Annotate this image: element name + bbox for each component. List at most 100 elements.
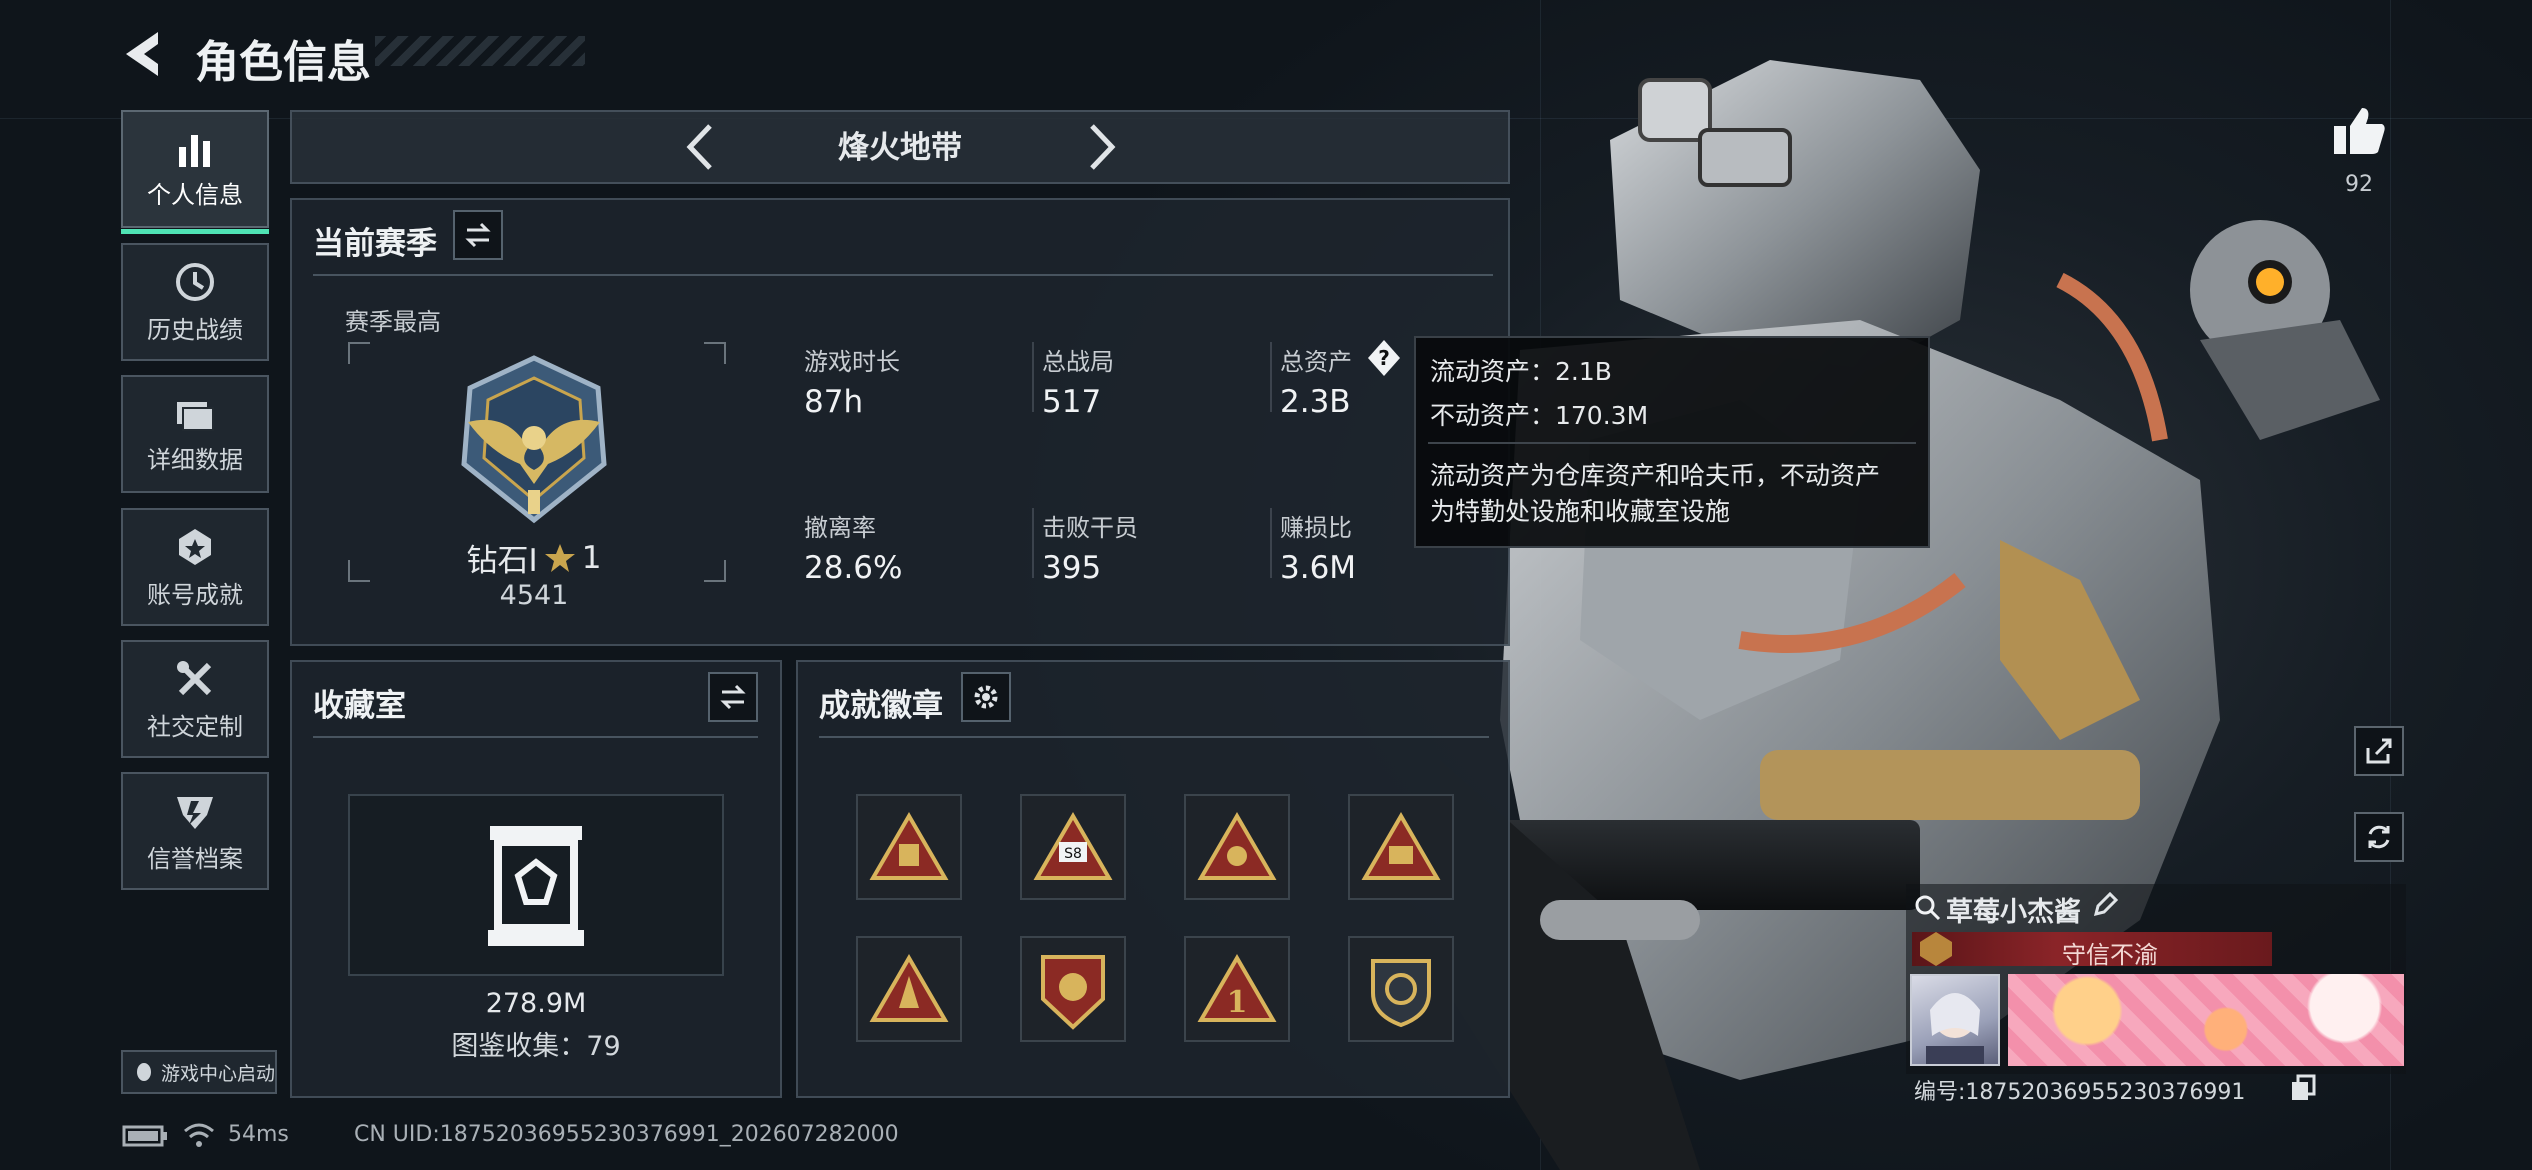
- back-arrow-icon: [126, 32, 158, 76]
- divider: [1032, 508, 1034, 578]
- qq-penguin-icon: [137, 1063, 151, 1081]
- sidebar-item-label: 历史战绩: [147, 315, 243, 344]
- thumbs-up-icon: [2334, 108, 2385, 154]
- rank-emblem-icon: [461, 355, 607, 524]
- divider: [313, 274, 1493, 276]
- assets-tooltip: 流动资产：2.1B 不动资产：170.3M 流动资产为仓库资产和哈夫币，不动资产…: [1414, 336, 1930, 548]
- sidebar-item-label: 账号成就: [147, 580, 243, 609]
- tooltip-desc-1: 流动资产为仓库资产和哈夫币，不动资产: [1430, 461, 1881, 490]
- divider: [819, 736, 1489, 738]
- frame-corner: [704, 342, 726, 364]
- sidebar-item-label: 信誉档案: [147, 844, 243, 873]
- sidebar-item-history[interactable]: 历史战绩: [121, 243, 269, 361]
- sidebar-item-label: 个人信息: [147, 180, 243, 209]
- sidebar-item-label: 社交定制: [147, 712, 243, 741]
- svg-text:?: ?: [1378, 346, 1390, 370]
- avatar[interactable]: [1910, 974, 2000, 1066]
- divider: [1032, 342, 1034, 412]
- star-icon: [544, 543, 575, 572]
- stat-label-matches: 总战局: [1042, 348, 1114, 376]
- ping-value: 54ms: [228, 1122, 289, 1147]
- next-mode-button[interactable]: [1082, 118, 1122, 176]
- prev-mode-button[interactable]: [680, 118, 720, 176]
- display-case-icon: [488, 826, 584, 946]
- svg-text:1: 1: [1227, 985, 1248, 1020]
- divider: [1270, 342, 1272, 412]
- rank-name: 钻石I: [466, 543, 538, 579]
- chevron-right-icon: [1090, 124, 1116, 170]
- title-emblem-icon: [1920, 932, 1952, 966]
- copy-icon: [2292, 1074, 2316, 1100]
- player-title: 守信不渝: [2062, 941, 2158, 969]
- achievement-badge[interactable]: [1348, 936, 1454, 1042]
- back-button[interactable]: [118, 26, 168, 86]
- season-title: 当前赛季: [313, 226, 437, 262]
- badge-4-icon: [1361, 812, 1441, 880]
- page-title: 角色信息: [195, 37, 371, 88]
- rank-line: 钻石I 1: [448, 535, 620, 580]
- achievement-badge[interactable]: [856, 936, 962, 1042]
- divider: [1270, 508, 1272, 578]
- badge-1-icon: [869, 812, 949, 880]
- frame-corner: [704, 560, 726, 582]
- collection-title: 收藏室: [313, 688, 406, 724]
- achievement-badge[interactable]: 1: [1184, 936, 1290, 1042]
- achievement-badge[interactable]: [856, 794, 962, 900]
- stat-value-extract-rate: 28.6%: [804, 550, 903, 586]
- sidebar-item-credit[interactable]: 信誉档案: [121, 772, 269, 890]
- frame-corner: [348, 342, 370, 364]
- season-switch-button[interactable]: [453, 210, 503, 260]
- stat-label-profit-ratio: 赚损比: [1280, 514, 1352, 542]
- badge-7-icon: 1: [1197, 954, 1277, 1022]
- achievement-badge[interactable]: [1020, 936, 1126, 1042]
- tooltip-liquid: 流动资产：2.1B: [1430, 357, 1612, 386]
- sidebar-item-label: 详细数据: [147, 445, 243, 474]
- game-center-button[interactable]: 游戏中心启动: [121, 1050, 277, 1094]
- player-name: 草莓小杰酱: [1946, 897, 2081, 928]
- gender-icon: [1915, 895, 1941, 921]
- collection-switch-button[interactable]: [708, 672, 758, 722]
- sidebar-item-achievements[interactable]: 账号成就: [121, 508, 269, 626]
- collection-catalog: 图鉴收集：79: [451, 1031, 621, 1062]
- clock-icon: [176, 262, 214, 301]
- pencil-icon: [2093, 891, 2119, 917]
- gear-icon: [974, 685, 998, 709]
- achievement-badge[interactable]: [1184, 794, 1290, 900]
- assets-help-button[interactable]: ?: [1364, 338, 1404, 382]
- like-count: 92: [2345, 172, 2373, 197]
- collection-value: 278.9M: [485, 988, 587, 1019]
- shield-icon: [177, 796, 213, 829]
- like-button[interactable]: [2330, 104, 2388, 162]
- stat-label-kills: 击败干员: [1042, 514, 1138, 542]
- stat-value-matches: 517: [1042, 384, 1102, 420]
- achievement-badge[interactable]: S8: [1020, 794, 1126, 900]
- frame-corner: [348, 560, 370, 582]
- sidebar-item-detail-data[interactable]: 详细数据: [121, 375, 269, 493]
- achievements-title: 成就徽章: [819, 688, 943, 724]
- badge-6-icon: [1041, 955, 1105, 1030]
- uid-text: CN UID:18752036955230376991_202607282000: [354, 1122, 899, 1147]
- game-center-label: 游戏中心启动: [161, 1062, 276, 1085]
- achievements-settings-button[interactable]: [961, 672, 1011, 722]
- edit-name-button[interactable]: [2090, 890, 2120, 924]
- svg-text:S8: S8: [1064, 846, 1082, 862]
- badge-8-icon: [1371, 959, 1431, 1028]
- badge-3-icon: [1197, 812, 1277, 880]
- achievement-badge[interactable]: [1348, 794, 1454, 900]
- player-banner[interactable]: [2008, 974, 2404, 1066]
- help-icon: ?: [1368, 340, 1400, 376]
- stat-value-assets: 2.3B: [1280, 384, 1351, 420]
- sidebar-item-social[interactable]: 社交定制: [121, 640, 269, 758]
- copy-id-button[interactable]: [2290, 1074, 2316, 1106]
- sidebar-item-personal-info[interactable]: 个人信息: [121, 110, 269, 234]
- tooltip-fixed: 不动资产：170.3M: [1430, 401, 1649, 430]
- bar-chart-icon: [179, 134, 210, 167]
- badge-5-icon: [869, 954, 949, 1022]
- stat-value-kills: 395: [1042, 550, 1102, 586]
- medal-icon: [179, 528, 211, 565]
- player-id: 编号:18752036955230376991: [1914, 1080, 2246, 1105]
- refresh-icon: [2368, 825, 2390, 849]
- share-button[interactable]: [2354, 726, 2404, 776]
- refresh-button[interactable]: [2354, 812, 2404, 862]
- swap-icon: [465, 222, 491, 248]
